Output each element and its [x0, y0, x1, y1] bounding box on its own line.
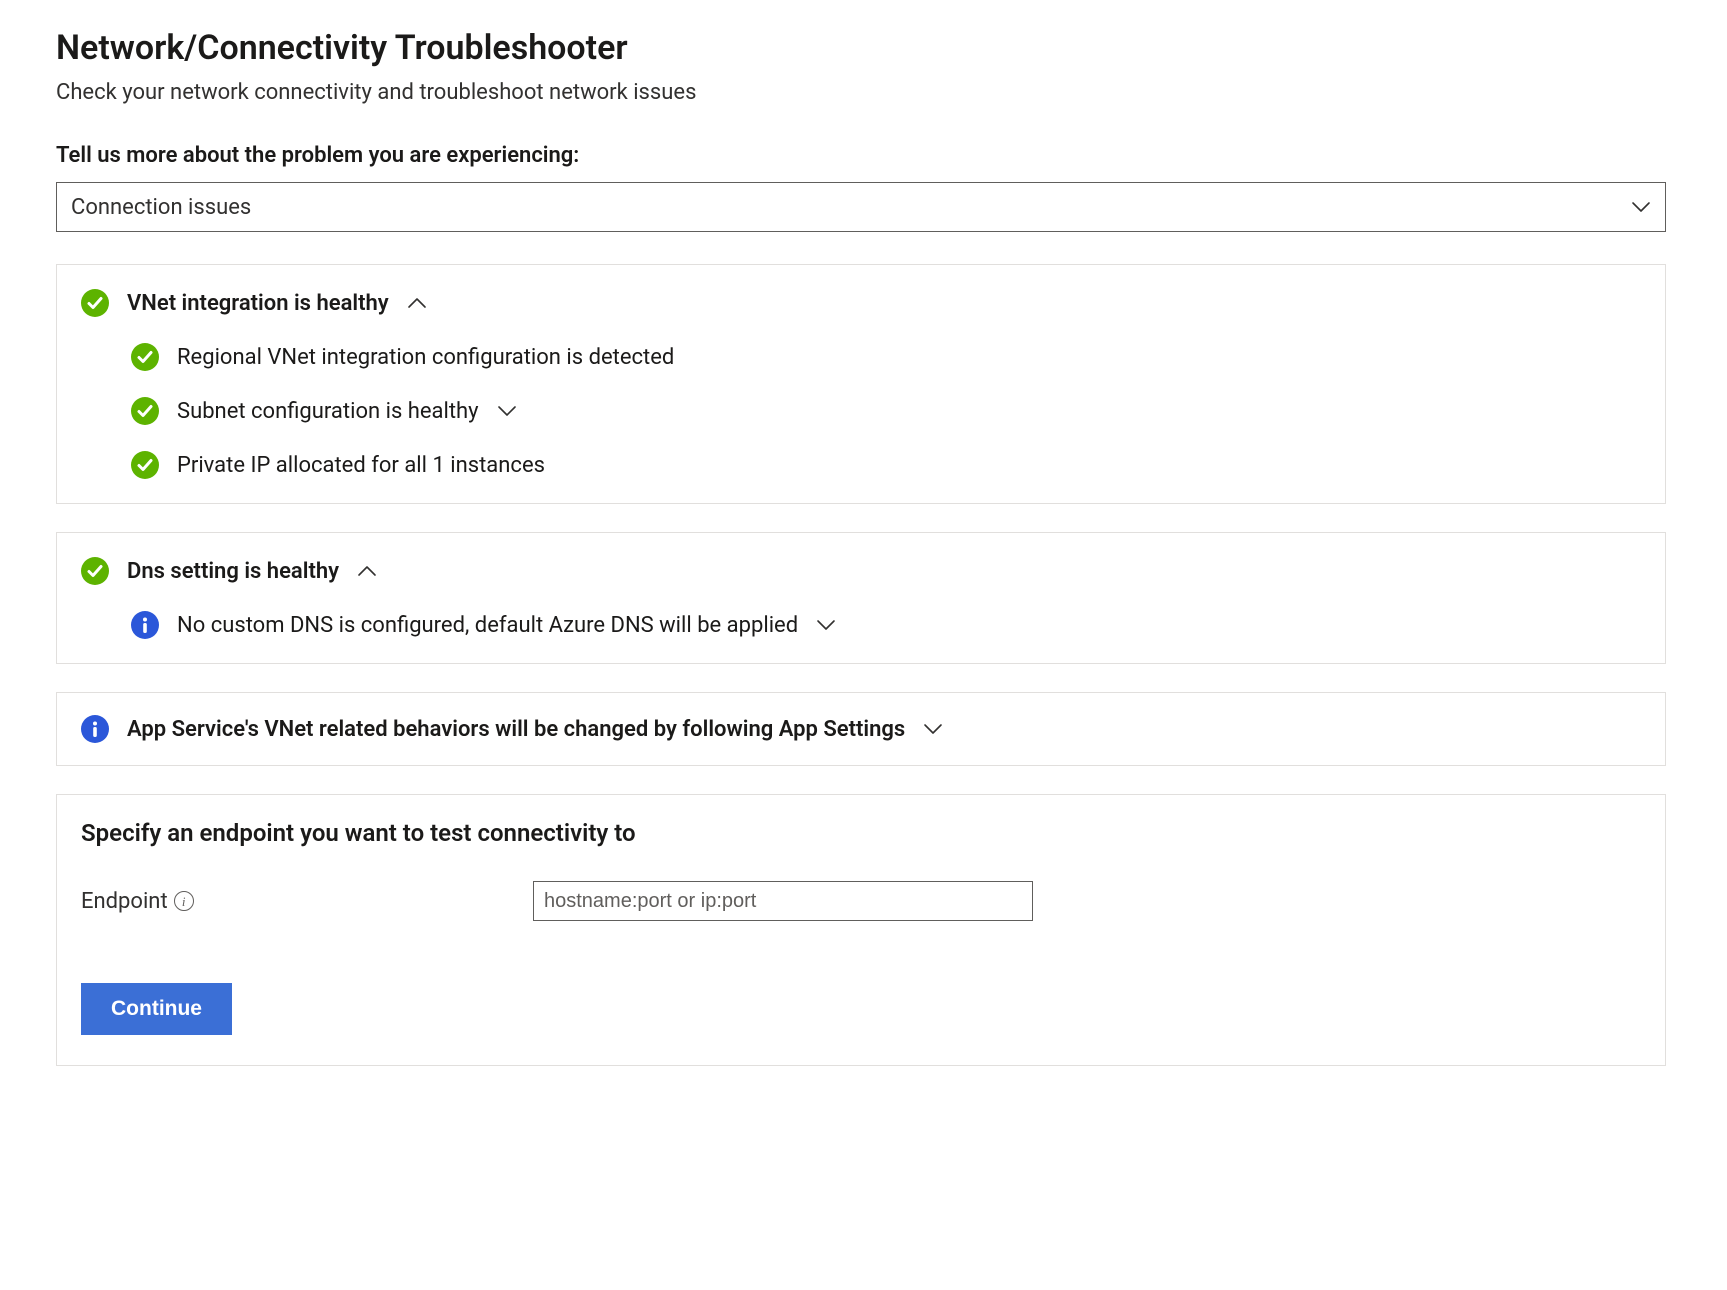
dns-header-label: Dns setting is healthy	[127, 559, 339, 584]
check-icon	[81, 557, 109, 585]
endpoint-label-text: Endpoint	[81, 889, 168, 914]
vnet-item-label: Private IP allocated for all 1 instances	[177, 453, 545, 478]
vnet-item-label: Regional VNet integration configuration …	[177, 345, 674, 370]
check-icon	[131, 343, 159, 371]
dns-panel-header[interactable]: Dns setting is healthy	[81, 553, 1641, 589]
vnet-panel: VNet integration is healthy Regional VNe…	[56, 264, 1666, 504]
endpoint-title: Specify an endpoint you want to test con…	[81, 819, 1641, 847]
appsettings-panel: App Service's VNet related behaviors wil…	[56, 692, 1666, 766]
dns-item-label: No custom DNS is configured, default Azu…	[177, 613, 798, 638]
problem-dropdown[interactable]: Connection issues	[56, 182, 1666, 232]
vnet-header-label: VNet integration is healthy	[127, 291, 389, 316]
vnet-panel-header[interactable]: VNet integration is healthy	[81, 285, 1641, 321]
vnet-item-regional: Regional VNet integration configuration …	[81, 339, 1641, 375]
dns-panel: Dns setting is healthy No custom DNS is …	[56, 532, 1666, 664]
chevron-up-icon	[357, 565, 377, 577]
appsettings-header-label: App Service's VNet related behaviors wil…	[127, 717, 905, 742]
chevron-down-icon	[1631, 201, 1651, 213]
appsettings-panel-header[interactable]: App Service's VNet related behaviors wil…	[81, 711, 1641, 747]
info-outline-icon[interactable]: i	[174, 891, 194, 911]
chevron-up-icon	[407, 297, 427, 309]
check-icon	[81, 289, 109, 317]
dns-item-default[interactable]: No custom DNS is configured, default Azu…	[81, 607, 1641, 643]
info-icon	[131, 611, 159, 639]
vnet-item-privateip: Private IP allocated for all 1 instances	[81, 447, 1641, 483]
page-subtitle: Check your network connectivity and trou…	[56, 80, 1671, 105]
info-icon	[81, 715, 109, 743]
endpoint-panel: Specify an endpoint you want to test con…	[56, 794, 1666, 1066]
chevron-down-icon	[816, 619, 836, 631]
endpoint-row: Endpoint i	[81, 881, 1641, 921]
vnet-item-subnet[interactable]: Subnet configuration is healthy	[81, 393, 1641, 429]
continue-button[interactable]: Continue	[81, 983, 232, 1035]
chevron-down-icon	[923, 723, 943, 735]
vnet-item-label: Subnet configuration is healthy	[177, 399, 479, 424]
endpoint-label: Endpoint i	[81, 889, 521, 914]
chevron-down-icon	[497, 405, 517, 417]
check-icon	[131, 451, 159, 479]
problem-dropdown-value: Connection issues	[71, 195, 251, 220]
endpoint-input[interactable]	[533, 881, 1033, 921]
check-icon	[131, 397, 159, 425]
problem-prompt-label: Tell us more about the problem you are e…	[56, 143, 1671, 168]
page-title: Network/Connectivity Troubleshooter	[56, 28, 1671, 68]
